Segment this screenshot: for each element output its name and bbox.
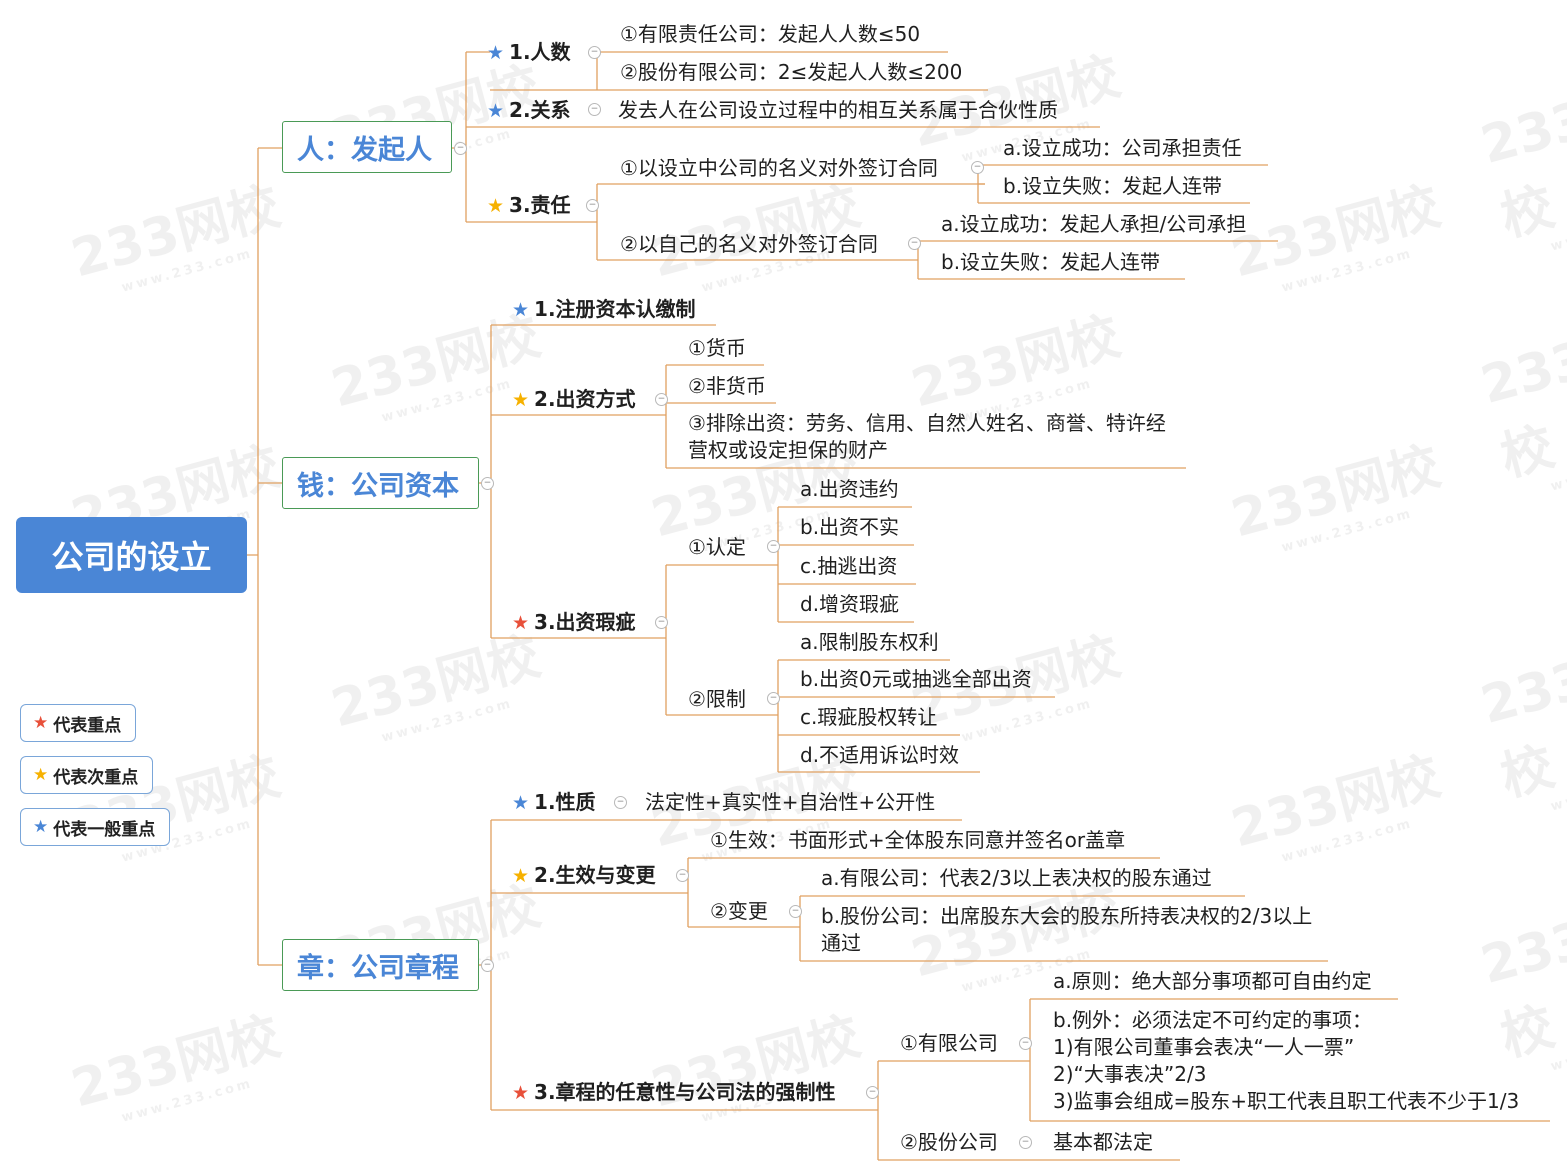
collapse-toggle[interactable]: −	[789, 905, 802, 918]
node-restrict-b[interactable]: b.出资0元或抽逃全部出资	[800, 666, 1032, 692]
exception-line: b.例外：必须法定不可约定的事项：	[1053, 1008, 1373, 1032]
red-star-icon: ★	[33, 713, 49, 733]
exception-line: 3)监事会组成=股东+职工代表且职工代表不少于1/3	[1053, 1089, 1520, 1113]
node-restrict-c[interactable]: c.瑕疵股权转让	[800, 704, 937, 730]
collapse-toggle[interactable]: −	[676, 869, 689, 882]
node-charter-mandatory[interactable]: ★ 3.章程的任意性与公司法的强制性	[512, 1079, 836, 1106]
collapse-toggle[interactable]: −	[481, 959, 494, 972]
node-liability-b-success[interactable]: a.设立成功：发起人承担/公司承担	[941, 211, 1246, 237]
collapse-toggle[interactable]: −	[588, 103, 601, 116]
node-method-nonmoney[interactable]: ②非货币	[688, 373, 766, 399]
node-change-llc[interactable]: a.有限公司：代表2/3以上表决权的股东通过	[821, 865, 1212, 891]
node-liability-b-fail[interactable]: b.设立失败：发起人连带	[941, 249, 1160, 275]
node-llc-exception[interactable]: b.例外：必须法定不可约定的事项： 1)有限公司董事会表决“一人一票” 2)“大…	[1053, 1007, 1548, 1115]
collapse-toggle[interactable]: −	[588, 46, 601, 59]
yellow-star-icon: ★	[512, 865, 530, 887]
node-identify-c[interactable]: c.抽逃出资	[800, 553, 897, 579]
node-liability-company-name[interactable]: ①以设立中公司的名义对外签订合同	[620, 155, 938, 181]
red-star-icon: ★	[512, 612, 530, 634]
node-nature-desc[interactable]: 法定性+真实性+自治性+公开性	[645, 789, 935, 815]
node-effect-change[interactable]: ②变更	[710, 898, 768, 924]
node-capital-methods[interactable]: ★ 2.出资方式	[512, 386, 636, 413]
node-count-jsc[interactable]: ②股份有限公司：2≤发起人人数≤200	[620, 59, 962, 85]
collapse-toggle[interactable]: −	[1019, 1136, 1032, 1149]
collapse-toggle[interactable]: −	[1019, 1037, 1032, 1050]
node-effect-effective[interactable]: ①生效：书面形式+全体股东同意并签名or盖章	[710, 827, 1125, 853]
node-restrict-d[interactable]: d.不适用诉讼时效	[800, 742, 959, 768]
main-topic-charter[interactable]: 章：公司章程	[282, 939, 479, 991]
collapse-toggle[interactable]: −	[767, 540, 780, 553]
collapse-toggle[interactable]: −	[767, 692, 780, 705]
main-topic-capital[interactable]: 钱：公司资本	[282, 457, 479, 509]
yellow-star-icon: ★	[33, 765, 49, 785]
node-capital-subscription[interactable]: ★ 1.注册资本认缴制	[512, 296, 696, 323]
blue-star-icon: ★	[512, 299, 530, 321]
collapse-toggle[interactable]: −	[866, 1086, 879, 1099]
collapse-toggle[interactable]: −	[481, 477, 494, 490]
collapse-toggle[interactable]: −	[614, 796, 627, 809]
node-identify-d[interactable]: d.增资瑕疵	[800, 591, 899, 617]
collapse-toggle[interactable]: −	[655, 393, 668, 406]
mind-map-canvas: 233网校www.233.com 233网校www.233.com 233网校w…	[0, 0, 1567, 1175]
legend-key-general: ★ 代表一般重点	[20, 808, 170, 846]
node-method-money[interactable]: ①货币	[688, 335, 746, 361]
blue-star-icon: ★	[487, 42, 505, 64]
collapse-toggle[interactable]: −	[454, 142, 467, 155]
node-change-jsc[interactable]: b.股份公司：出席股东大会的股东所持表决权的2/3以上通过	[821, 903, 1321, 957]
node-restrict-a[interactable]: a.限制股东权利	[800, 629, 939, 655]
node-people-liability[interactable]: ★ 3.责任	[487, 192, 571, 219]
node-capital-defects[interactable]: ★ 3.出资瑕疵	[512, 609, 636, 636]
node-identify-b[interactable]: b.出资不实	[800, 514, 899, 540]
root-topic[interactable]: 公司的设立	[16, 517, 247, 593]
node-liability-own-name[interactable]: ②以自己的名义对外签订合同	[620, 231, 878, 257]
main-topic-people[interactable]: 人：发起人	[282, 121, 452, 173]
collapse-toggle[interactable]: −	[586, 199, 599, 212]
node-count-llc[interactable]: ①有限责任公司：发起人人数≤50	[620, 21, 920, 47]
legend-key-important: ★ 代表重点	[20, 704, 136, 742]
node-jsc-desc[interactable]: 基本都法定	[1053, 1129, 1153, 1155]
node-people-count[interactable]: ★ 1.人数	[487, 39, 571, 66]
node-relation-desc[interactable]: 发去人在公司设立过程中的相互关系属于合伙性质	[618, 97, 1058, 123]
yellow-star-icon: ★	[512, 389, 530, 411]
exception-line: 2)“大事表决”2/3	[1053, 1062, 1207, 1086]
red-star-icon: ★	[512, 1082, 530, 1104]
blue-star-icon: ★	[33, 817, 49, 837]
node-people-relation[interactable]: ★ 2.关系	[487, 97, 571, 124]
blue-star-icon: ★	[512, 792, 530, 814]
node-llc-principle[interactable]: a.原则：绝大部分事项都可自由约定	[1053, 968, 1372, 994]
collapse-toggle[interactable]: −	[971, 161, 984, 174]
node-identify-a[interactable]: a.出资违约	[800, 476, 899, 502]
node-liability-a-success[interactable]: a.设立成功：公司承担责任	[1003, 135, 1242, 161]
collapse-toggle[interactable]: −	[655, 616, 668, 629]
node-mandatory-jsc[interactable]: ②股份公司	[900, 1129, 998, 1155]
node-defects-restrict[interactable]: ②限制	[688, 686, 746, 712]
node-charter-effect[interactable]: ★ 2.生效与变更	[512, 862, 656, 889]
node-method-excluded[interactable]: ③排除出资：劳务、信用、自然人姓名、商誉、特许经营权或设定担保的财产	[688, 410, 1180, 464]
legend-key-secondary: ★ 代表次重点	[20, 756, 153, 794]
node-charter-nature[interactable]: ★ 1.性质	[512, 789, 596, 816]
blue-star-icon: ★	[487, 100, 505, 122]
yellow-star-icon: ★	[487, 195, 505, 217]
node-liability-a-fail[interactable]: b.设立失败：发起人连带	[1003, 173, 1222, 199]
node-mandatory-llc[interactable]: ①有限公司	[900, 1030, 998, 1056]
exception-line: 1)有限公司董事会表决“一人一票”	[1053, 1035, 1355, 1059]
node-defects-identify[interactable]: ①认定	[688, 534, 746, 560]
collapse-toggle[interactable]: −	[908, 237, 921, 250]
